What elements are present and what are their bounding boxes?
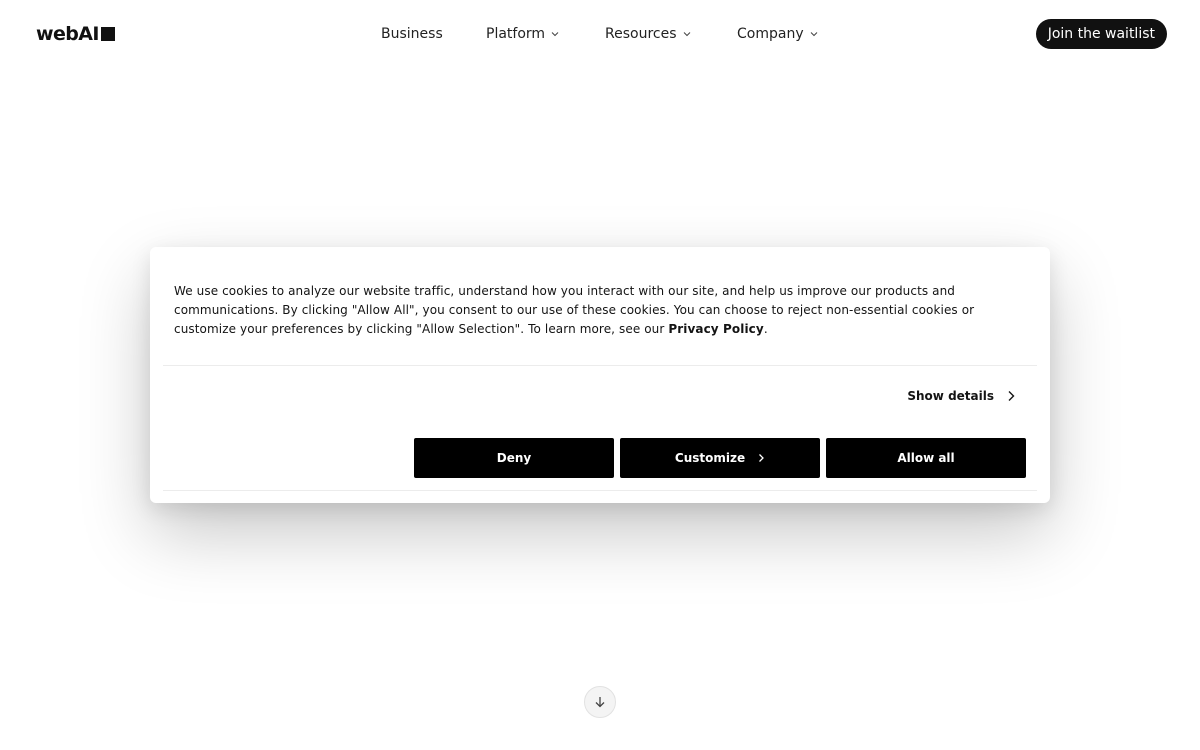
- page: webAI Business Platform Resources Compan…: [0, 0, 1200, 750]
- cookie-consent-text: We use cookies to analyze our website tr…: [174, 282, 1026, 339]
- chevron-right-icon: [759, 454, 765, 462]
- chevron-down-icon: [810, 32, 817, 37]
- dialog-divider: [163, 365, 1037, 366]
- privacy-policy-link[interactable]: Privacy Policy: [668, 322, 763, 336]
- scroll-down-button[interactable]: [584, 686, 616, 718]
- chevron-down-icon: [551, 32, 559, 37]
- allow-all-button[interactable]: Allow all: [826, 438, 1026, 478]
- logo-text: webAI: [36, 23, 99, 45]
- deny-label: Deny: [496, 451, 532, 465]
- show-details-label: Show details: [907, 389, 994, 403]
- nav-item-label: Company: [737, 26, 804, 42]
- chevron-down-icon: [683, 32, 690, 37]
- customize-button[interactable]: Customize: [620, 438, 820, 478]
- logo[interactable]: webAI: [36, 22, 115, 46]
- show-details-link[interactable]: Show details: [907, 387, 1016, 405]
- arrow-down-icon: [595, 697, 605, 708]
- nav-item-platform[interactable]: Platform: [486, 22, 560, 46]
- nav-item-company[interactable]: Company: [737, 22, 819, 46]
- deny-button[interactable]: Deny: [414, 438, 614, 478]
- cookie-text-end: .: [763, 322, 768, 336]
- nav-item-label: Business: [381, 26, 443, 42]
- site-header: webAI Business Platform Resources Compan…: [0, 0, 1200, 68]
- main-nav: Business Platform Resources Company: [0, 22, 1200, 46]
- nav-item-label: Resources: [605, 26, 677, 42]
- join-waitlist-button[interactable]: Join the waitlist: [1035, 19, 1167, 49]
- nav-item-resources[interactable]: Resources: [605, 22, 692, 46]
- cookie-text-body: We use cookies to analyze our website tr…: [174, 284, 975, 336]
- customize-label: Customize: [674, 451, 746, 465]
- nav-item-business[interactable]: Business: [381, 22, 443, 46]
- allow-all-label: Allow all: [897, 451, 955, 465]
- chevron-right-icon: [1008, 391, 1015, 401]
- cookie-consent-dialog: We use cookies to analyze our website tr…: [150, 247, 1050, 503]
- nav-item-label: Platform: [486, 26, 546, 42]
- logo-square-icon: [100, 27, 115, 41]
- dialog-divider: [163, 490, 1037, 491]
